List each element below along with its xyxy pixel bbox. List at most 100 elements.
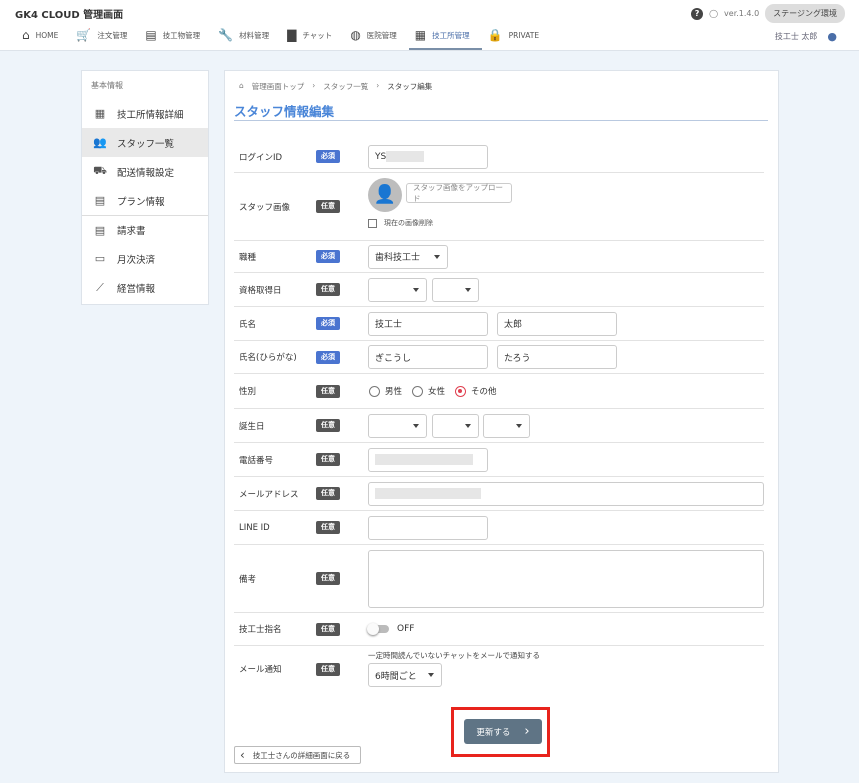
label: メールアドレス bbox=[239, 489, 299, 500]
sidebar-item-4[interactable]: ▤ 請求書 bbox=[82, 215, 208, 244]
row-birthday: 誕生日 任意 bbox=[234, 409, 764, 443]
last-name-input[interactable]: 技工士 bbox=[368, 311, 488, 336]
breadcrumb-current: スタッフ編集 bbox=[387, 82, 433, 91]
technician-toggle[interactable]: OFF bbox=[367, 623, 414, 635]
required-badge: 必須 bbox=[316, 317, 340, 330]
line-id-input[interactable] bbox=[368, 515, 488, 540]
mail-notify-hint: 一定時間読んでいないチャットをメールで通知する bbox=[368, 651, 541, 660]
building-icon: ▦ bbox=[414, 28, 427, 42]
birth-month-select[interactable] bbox=[432, 413, 479, 438]
optional-badge: 任意 bbox=[316, 487, 340, 500]
row-gender: 性別 任意 男性 女性 その他 bbox=[234, 374, 764, 409]
gender-other-radio[interactable]: その他 bbox=[455, 385, 497, 397]
sidebar-item-2[interactable]: ⛟ 配送情報設定 bbox=[82, 157, 208, 186]
avatar: 👤 bbox=[368, 178, 402, 212]
gender-female-radio[interactable]: 女性 bbox=[412, 385, 445, 397]
nav-item-2[interactable]: ▤ 技工物管理 bbox=[145, 26, 208, 44]
label: 電話番号 bbox=[239, 455, 274, 466]
help-icon[interactable]: ? bbox=[691, 7, 704, 20]
login-id-input[interactable]: YS bbox=[368, 144, 488, 169]
sidebar-item-label: 経営情報 bbox=[117, 283, 156, 295]
birth-day-select[interactable] bbox=[483, 413, 530, 438]
label: ログインID bbox=[239, 152, 283, 163]
nav-item-1[interactable]: 🛒 注文管理 bbox=[76, 26, 135, 44]
nav-item-5[interactable]: ◍ 医院管理 bbox=[350, 26, 404, 44]
optional-badge: 任意 bbox=[316, 622, 340, 636]
delete-image-label: 現在の画像削除 bbox=[384, 219, 433, 227]
row-login-id: ログインID 必須 YS bbox=[234, 141, 764, 173]
label: 誕生日 bbox=[239, 421, 265, 432]
row-memo: 備考 任意 bbox=[234, 545, 764, 613]
sidebar-icon: ⛟ bbox=[93, 164, 107, 177]
row-kana: 氏名(ひらがな) 必須 ぎこうし たろう bbox=[234, 341, 764, 374]
gender-male-radio[interactable]: 男性 bbox=[369, 385, 402, 397]
label: 備考 bbox=[239, 574, 257, 585]
nav-item-0[interactable]: ⌂ HOME bbox=[22, 26, 66, 44]
breadcrumb: ⌂ 管理画面トップ › スタッフ一覧 › スタッフ編集 bbox=[239, 81, 433, 92]
app-title: GK4 CLOUD 管理画面 bbox=[15, 10, 124, 21]
optional-badge: 任意 bbox=[316, 283, 340, 296]
nav-label: HOME bbox=[35, 30, 59, 40]
label: 性別 bbox=[239, 387, 257, 397]
lock-icon: 🔒 bbox=[487, 28, 503, 42]
first-name-input[interactable]: 太郎 bbox=[497, 311, 617, 336]
email-input[interactable] bbox=[368, 481, 764, 506]
optional-badge: 任意 bbox=[316, 200, 340, 213]
first-name-kana-input[interactable]: たろう bbox=[497, 345, 617, 369]
optional-badge: 任意 bbox=[316, 453, 340, 466]
nav-label: 技工所管理 bbox=[432, 30, 470, 40]
version: ver.1.4.0 bbox=[724, 9, 760, 18]
last-name-kana-input[interactable]: ぎこうし bbox=[368, 345, 488, 369]
store-icon: ▤ bbox=[145, 28, 157, 42]
mail-notify-select[interactable]: 6時間ごと bbox=[368, 663, 442, 687]
sidebar-icon: ▦ bbox=[94, 107, 106, 120]
job-select[interactable]: 歯科技工士 bbox=[368, 244, 448, 269]
submit-highlight: 更新する › bbox=[451, 707, 550, 757]
sidebar-heading: 基本情報 bbox=[91, 81, 123, 90]
sidebar-item-label: 技工所情報詳細 bbox=[117, 109, 184, 121]
sidebar-icon: ▭ bbox=[94, 252, 106, 265]
wrench-icon: 🔧 bbox=[218, 28, 234, 42]
clinic-icon: ◍ bbox=[350, 28, 361, 42]
qual-year-select[interactable] bbox=[368, 277, 427, 302]
chevron-right-icon: › bbox=[524, 724, 530, 739]
back-button[interactable]: ‹ 技工士さんの詳細画面に戻る bbox=[234, 746, 361, 764]
birth-year-select[interactable] bbox=[368, 413, 427, 438]
sidebar-item-0[interactable]: ▦ 技工所情報詳細 bbox=[82, 99, 208, 128]
sidebar-item-label: スタッフ一覧 bbox=[117, 138, 175, 150]
user-icon: ● bbox=[827, 30, 837, 43]
nav-item-7[interactable]: 🔒 PRIVATE bbox=[488, 26, 547, 44]
sidebar-item-5[interactable]: ▭ 月次決済 bbox=[82, 244, 208, 273]
home-icon: ⌂ bbox=[22, 28, 30, 42]
delete-image-checkbox[interactable] bbox=[368, 218, 377, 228]
phone-input[interactable] bbox=[368, 447, 488, 472]
label: 職種 bbox=[239, 252, 257, 263]
nav-item-3[interactable]: 🔧 材料管理 bbox=[218, 26, 277, 44]
nav-label: 注文管理 bbox=[97, 30, 128, 40]
sidebar-item-label: プラン情報 bbox=[117, 196, 165, 208]
row-mail-notify: メール通知 任意 一定時間読んでいないチャットをメールで通知する 6時間ごと bbox=[234, 646, 764, 692]
sidebar-item-6[interactable]: ⟋ 経営情報 bbox=[82, 273, 208, 302]
optional-badge: 任意 bbox=[316, 662, 340, 676]
row-line-id: LINE ID 任意 bbox=[234, 511, 764, 545]
breadcrumb-staff-list[interactable]: スタッフ一覧 bbox=[323, 81, 368, 92]
user-menu[interactable]: 技工士 太郎 ● bbox=[775, 30, 837, 43]
sidebar-item-1[interactable]: 👥 スタッフ一覧 bbox=[82, 128, 208, 157]
nav-item-6[interactable]: ▦ 技工所管理 bbox=[408, 26, 482, 50]
row-technician-designation: 技工士指名 任意 OFF bbox=[234, 613, 764, 646]
upload-image-button[interactable]: スタッフ画像をアップロード bbox=[406, 183, 512, 203]
sidebar-item-3[interactable]: ▤ プラン情報 bbox=[82, 186, 208, 215]
nav-item-4[interactable]: ▇ チャット bbox=[287, 26, 340, 44]
label: スタッフ画像 bbox=[239, 202, 291, 213]
label: メール通知 bbox=[239, 665, 282, 675]
sidebar-icon: ▤ bbox=[94, 194, 106, 207]
breadcrumb-top[interactable]: 管理画面トップ bbox=[252, 81, 305, 92]
env-badge: ステージング環境 bbox=[765, 4, 845, 23]
sidebar-icon: ▤ bbox=[94, 223, 106, 237]
sidebar-icon: 👥 bbox=[93, 136, 107, 149]
required-badge: 必須 bbox=[316, 150, 340, 163]
update-button[interactable]: 更新する › bbox=[464, 719, 542, 744]
memo-textarea[interactable] bbox=[368, 550, 764, 608]
qual-month-select[interactable] bbox=[432, 277, 479, 302]
home-icon: ⌂ bbox=[239, 81, 244, 90]
